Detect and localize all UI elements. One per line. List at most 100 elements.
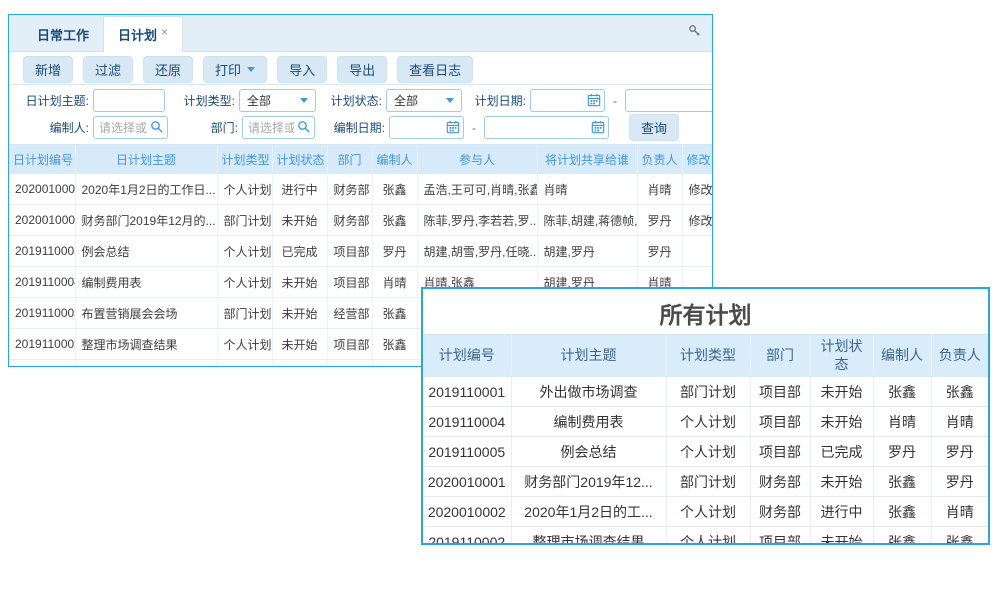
toolbar: 新增 过滤 还原 打印 导入 导出 查看日志 xyxy=(9,52,712,84)
search-icon[interactable] xyxy=(297,120,311,134)
filter-button[interactable]: 过滤 xyxy=(83,56,133,83)
cell-owner: 张鑫 xyxy=(931,377,988,407)
tab-bar: 日常工作 日计划× xyxy=(9,15,712,52)
cell-plan-type: 个人计划 xyxy=(666,437,750,467)
print-button-label: 打印 xyxy=(215,60,241,79)
cell-owner[interactable]: 罗丹 xyxy=(637,205,682,236)
cell-plan-id[interactable]: 2019110003 xyxy=(9,298,75,329)
cell-shared-with: 胡建,罗丹 xyxy=(537,236,637,267)
column-header-participants: 参与人 xyxy=(417,145,537,174)
search-icon[interactable] xyxy=(150,120,164,134)
column-header-plan-type: 计划类型 xyxy=(666,335,750,377)
cell-plan-subject: 编制费用表 xyxy=(511,407,666,437)
close-icon[interactable]: × xyxy=(161,25,168,39)
plan-date-to-input[interactable] xyxy=(625,89,713,112)
cell-plan-id[interactable]: 2020010002 xyxy=(9,174,75,205)
cell-plan-status: 已完成 xyxy=(810,437,873,467)
column-header-plan-subject: 日计划主题 xyxy=(75,145,217,174)
cell-department: 项目部 xyxy=(750,437,810,467)
type-select-value: 全部 xyxy=(247,92,271,109)
cell-plan-status: 未开始 xyxy=(810,527,873,546)
table-row: 20200100022020年1月2日的工作日...个人计划进行中财务部张鑫孟浩… xyxy=(9,174,712,205)
cell-plan-subject[interactable]: 外出做市场调查 xyxy=(75,360,217,368)
column-header-modify: 修改 xyxy=(682,145,712,174)
add-button[interactable]: 新增 xyxy=(23,56,73,83)
cell-plan-type: 部门计划 xyxy=(217,360,272,368)
cell-plan-id: 2019110005 xyxy=(423,437,511,467)
calendar-icon[interactable] xyxy=(446,120,460,134)
cell-creator: 张鑫 xyxy=(372,298,417,329)
cell-department: 经营部 xyxy=(327,298,372,329)
export-button[interactable]: 导出 xyxy=(337,56,387,83)
type-select[interactable]: 全部 xyxy=(239,89,316,112)
filter-panel: 日计划主题: 计划类型: 全部 计划状态: 全部 计划日期: xyxy=(9,84,712,145)
cell-shared-with: 肖晴 xyxy=(537,174,637,205)
type-label: 计划类型: xyxy=(183,92,235,109)
table-row: 2019110002整理市场调查结果个人计划项目部未开始张鑫张鑫 xyxy=(423,527,988,546)
restore-button[interactable]: 还原 xyxy=(143,56,193,83)
cell-plan-subject[interactable]: 例会总结 xyxy=(75,236,217,267)
dept-field xyxy=(242,116,315,139)
column-header-creator: 编制人 xyxy=(873,335,931,377)
cell-creator: 张鑫 xyxy=(873,467,931,497)
plan-date-label: 计划日期: xyxy=(474,92,526,109)
cell-plan-subject[interactable]: 财务部门2019年12月的... xyxy=(75,205,217,236)
cell-plan-type: 个人计划 xyxy=(666,497,750,527)
column-header-plan-status: 计划状态 xyxy=(810,335,873,377)
cell-shared-with: 陈菲,胡建,蒋德帧,... xyxy=(537,205,637,236)
filter-row-2: 编制人: 部门: 编 xyxy=(9,114,712,141)
cell-plan-id[interactable]: 2019110005 xyxy=(9,236,75,267)
calendar-icon[interactable] xyxy=(587,93,601,107)
tab-daily-plan[interactable]: 日计划× xyxy=(103,16,183,52)
cell-plan-subject: 财务部门2019年12... xyxy=(511,467,666,497)
view-log-button[interactable]: 查看日志 xyxy=(397,56,473,83)
cell-plan-id[interactable]: 2019110002 xyxy=(9,329,75,360)
cell-plan-subject: 外出做市场调查 xyxy=(511,377,666,407)
cell-plan-status: 进行中 xyxy=(810,497,873,527)
cell-plan-subject[interactable]: 编制费用表 xyxy=(75,267,217,298)
cell-plan-subject: 例会总结 xyxy=(511,437,666,467)
cell-plan-id[interactable]: 2019110001 xyxy=(9,360,75,368)
cell-modify[interactable]: 修改 xyxy=(682,205,712,236)
cell-creator: 张鑫 xyxy=(372,360,417,368)
subject-input[interactable] xyxy=(93,89,165,112)
cell-department: 项目部 xyxy=(750,527,810,546)
key-icon[interactable] xyxy=(688,24,702,38)
cell-plan-subject[interactable]: 布置营销展会会场 xyxy=(75,298,217,329)
cell-plan-subject[interactable]: 2020年1月2日的工作日... xyxy=(75,174,217,205)
cell-plan-subject[interactable]: 整理市场调查结果 xyxy=(75,329,217,360)
cell-plan-type: 个人计划 xyxy=(217,267,272,298)
status-select[interactable]: 全部 xyxy=(386,89,462,112)
table-row: 2020010001财务部门2019年12月的...部门计划未开始财务部张鑫陈菲… xyxy=(9,205,712,236)
cell-owner[interactable]: 肖晴 xyxy=(637,174,682,205)
cell-modify[interactable]: 修改 xyxy=(682,174,712,205)
cell-department: 财务部 xyxy=(750,497,810,527)
chevron-down-icon xyxy=(300,98,308,103)
cell-owner: 罗丹 xyxy=(931,437,988,467)
all-plans-title: 所有计划 xyxy=(423,289,988,334)
cell-owner[interactable]: 罗丹 xyxy=(637,236,682,267)
tab-daily-work[interactable]: 日常工作 xyxy=(23,17,103,51)
query-button[interactable]: 查询 xyxy=(629,114,679,141)
calendar-icon[interactable] xyxy=(591,120,605,134)
column-header-shared-with: 将计划共享给谁 xyxy=(537,145,637,174)
cell-plan-id[interactable]: 2019110004 xyxy=(9,267,75,298)
cell-plan-id[interactable]: 2020010001 xyxy=(9,205,75,236)
cell-plan-id: 2020010002 xyxy=(423,497,511,527)
dept-label: 部门: xyxy=(208,119,238,136)
cell-department: 项目部 xyxy=(750,407,810,437)
print-button[interactable]: 打印 xyxy=(203,56,267,83)
cell-creator: 肖晴 xyxy=(873,407,931,437)
created-date-label: 编制日期: xyxy=(329,119,385,136)
cell-modify xyxy=(682,236,712,267)
cell-owner: 罗丹 xyxy=(931,467,988,497)
date-range-dash: - xyxy=(472,121,476,135)
import-button[interactable]: 导入 xyxy=(277,56,327,83)
table-header-row: 计划编号计划主题计划类型部门计划状态编制人负责人 xyxy=(423,335,988,377)
cell-plan-status: 未开始 xyxy=(810,467,873,497)
cell-creator: 张鑫 xyxy=(372,174,417,205)
cell-plan-status: 未开始 xyxy=(810,377,873,407)
cell-department: 项目部 xyxy=(327,236,372,267)
status-label: 计划状态: xyxy=(330,92,382,109)
cell-plan-type: 部门计划 xyxy=(217,205,272,236)
